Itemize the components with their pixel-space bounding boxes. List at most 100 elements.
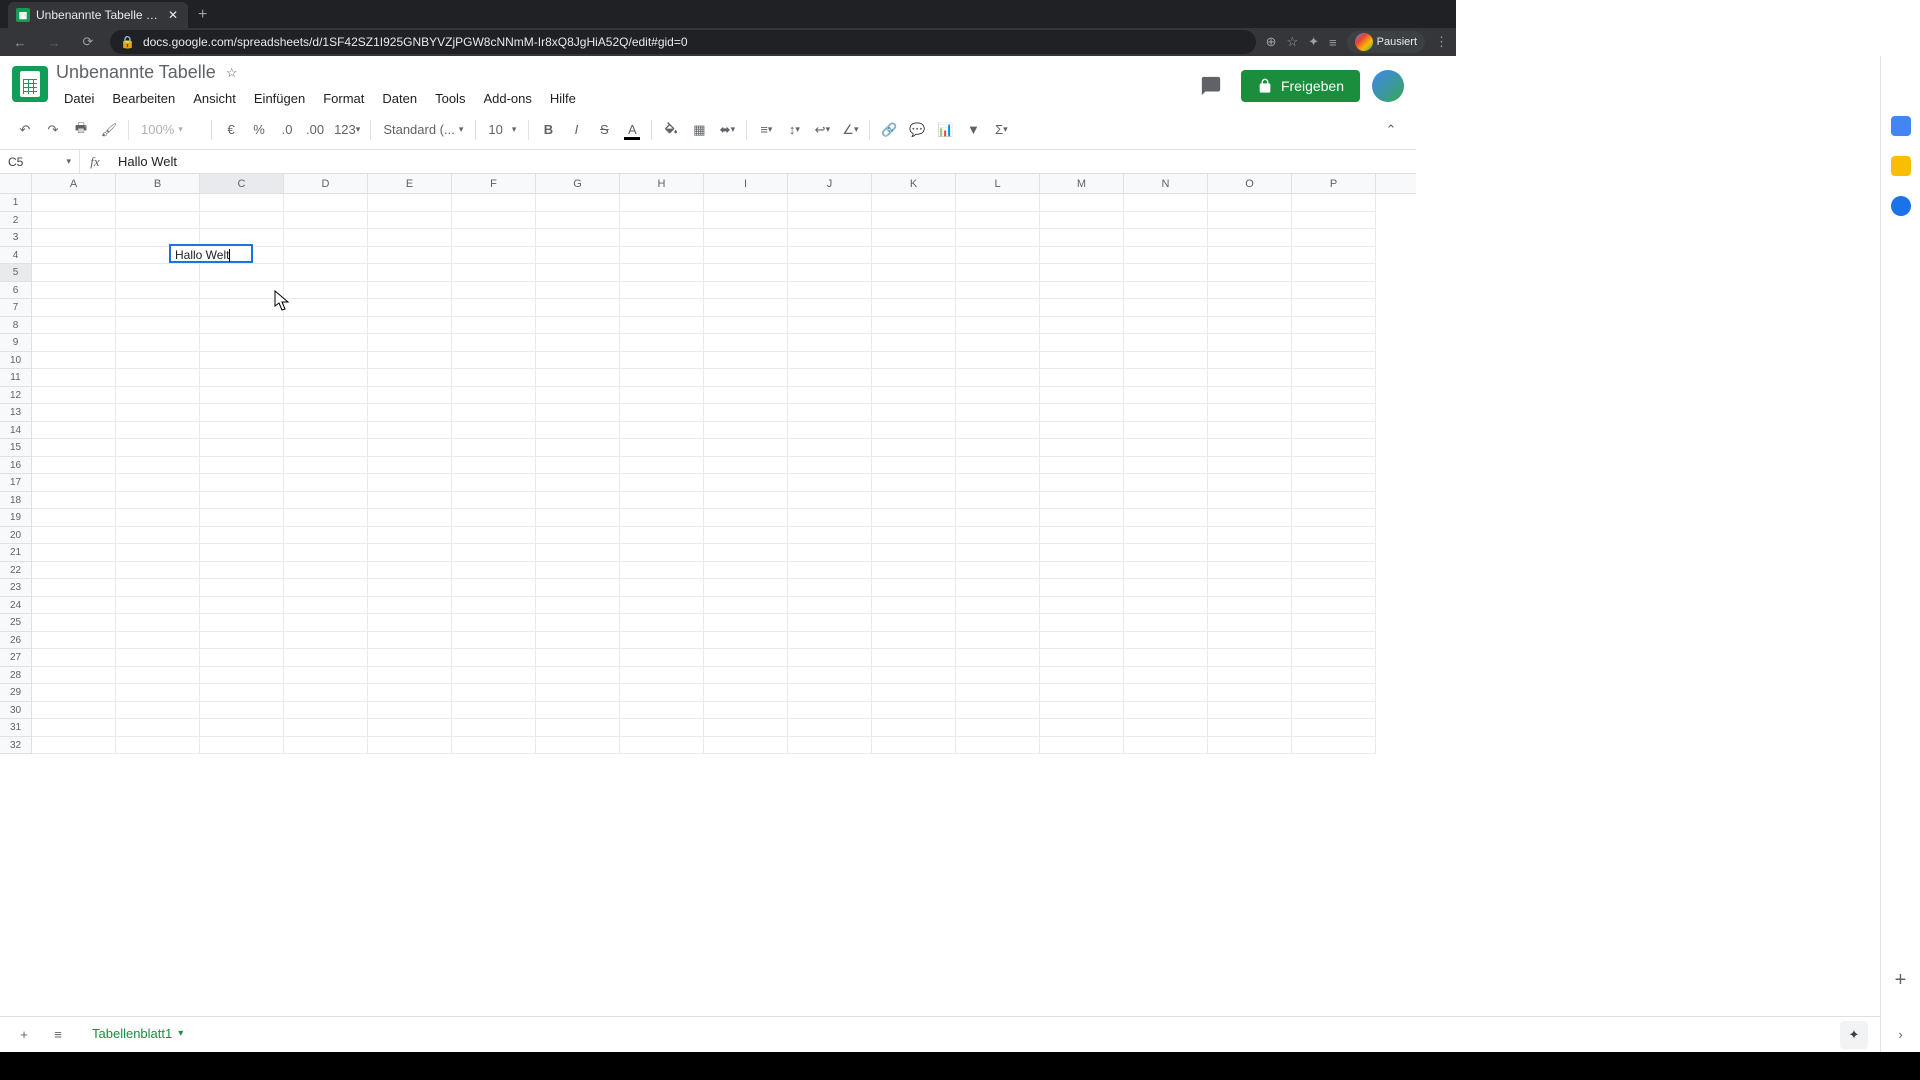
cell[interactable]	[284, 597, 368, 615]
cell[interactable]	[788, 369, 872, 387]
cell[interactable]	[1292, 579, 1376, 597]
cell[interactable]	[1040, 737, 1124, 755]
cell[interactable]	[704, 509, 788, 527]
cell[interactable]	[200, 667, 284, 685]
cell[interactable]	[368, 632, 452, 650]
cell[interactable]	[1124, 317, 1208, 335]
cell[interactable]	[872, 457, 956, 475]
cell[interactable]	[620, 334, 704, 352]
cell[interactable]	[872, 212, 956, 230]
cell[interactable]	[32, 597, 116, 615]
functions-button[interactable]: Σ▾	[988, 117, 1014, 143]
cell[interactable]	[704, 702, 788, 720]
cell[interactable]	[200, 317, 284, 335]
cell[interactable]	[620, 544, 704, 562]
menu-daten[interactable]: Daten	[374, 87, 425, 110]
cell[interactable]	[872, 229, 956, 247]
cell[interactable]	[1292, 247, 1376, 265]
cell[interactable]	[1292, 527, 1376, 545]
cell[interactable]	[536, 684, 620, 702]
cell[interactable]	[1040, 334, 1124, 352]
cell[interactable]	[116, 282, 200, 300]
redo-button[interactable]: ↷	[40, 117, 66, 143]
cell[interactable]	[200, 719, 284, 737]
column-header[interactable]: F	[452, 174, 536, 193]
cell[interactable]	[452, 667, 536, 685]
cell[interactable]	[200, 544, 284, 562]
cell[interactable]	[452, 509, 536, 527]
zoom-icon[interactable]: ⊕	[1266, 34, 1277, 50]
cell[interactable]	[956, 369, 1040, 387]
cell[interactable]	[872, 264, 956, 282]
cell[interactable]	[116, 387, 200, 405]
cell[interactable]	[620, 422, 704, 440]
cell[interactable]	[620, 527, 704, 545]
cell[interactable]	[620, 369, 704, 387]
cell[interactable]	[788, 247, 872, 265]
row-header[interactable]: 22	[0, 562, 31, 580]
cell[interactable]	[704, 649, 788, 667]
cell[interactable]	[1040, 247, 1124, 265]
cell[interactable]	[620, 614, 704, 632]
cell[interactable]	[1292, 352, 1376, 370]
cell[interactable]	[788, 509, 872, 527]
cell[interactable]	[1292, 334, 1376, 352]
cell[interactable]	[956, 299, 1040, 317]
increase-decimal-button[interactable]: .00	[302, 117, 328, 143]
cell[interactable]	[704, 544, 788, 562]
cell[interactable]	[200, 474, 284, 492]
forward-button[interactable]: →	[42, 30, 66, 54]
row-header[interactable]: 3	[0, 229, 31, 247]
row-header[interactable]: 32	[0, 737, 31, 755]
vertical-align-button[interactable]: ↕▾	[781, 117, 807, 143]
insert-link-button[interactable]: 🔗	[876, 117, 902, 143]
cell[interactable]	[368, 527, 452, 545]
cell[interactable]	[1040, 317, 1124, 335]
cell[interactable]	[1208, 632, 1292, 650]
cell[interactable]	[704, 387, 788, 405]
cell[interactable]	[284, 282, 368, 300]
cell[interactable]	[452, 597, 536, 615]
cell[interactable]	[452, 702, 536, 720]
row-header[interactable]: 24	[0, 597, 31, 615]
cell[interactable]	[368, 247, 452, 265]
cell[interactable]	[956, 667, 1040, 685]
cell[interactable]	[116, 649, 200, 667]
paint-format-button[interactable]: 🖌	[96, 117, 122, 143]
cell[interactable]	[284, 352, 368, 370]
cell[interactable]	[32, 632, 116, 650]
cell[interactable]	[368, 544, 452, 562]
cell[interactable]	[1040, 649, 1124, 667]
cell[interactable]	[536, 212, 620, 230]
row-header[interactable]: 11	[0, 369, 31, 387]
cell[interactable]	[872, 404, 956, 422]
cell[interactable]	[872, 369, 956, 387]
cell[interactable]	[1208, 422, 1292, 440]
menu-format[interactable]: Format	[315, 87, 372, 110]
cell[interactable]	[872, 544, 956, 562]
cell[interactable]	[536, 229, 620, 247]
cell[interactable]	[200, 194, 284, 212]
cell[interactable]	[1292, 632, 1376, 650]
extensions-icon[interactable]: ✦	[1308, 34, 1319, 50]
cell[interactable]	[200, 579, 284, 597]
cell[interactable]	[32, 439, 116, 457]
cell[interactable]	[32, 334, 116, 352]
cell[interactable]	[1292, 387, 1376, 405]
row-header[interactable]: 29	[0, 684, 31, 702]
column-header[interactable]: H	[620, 174, 704, 193]
close-tab-icon[interactable]: ✕	[166, 8, 180, 22]
cell[interactable]	[284, 317, 368, 335]
cell[interactable]	[956, 264, 1040, 282]
cell[interactable]	[1208, 719, 1292, 737]
cell[interactable]	[872, 492, 956, 510]
cell[interactable]	[788, 492, 872, 510]
cell[interactable]	[956, 247, 1040, 265]
cell[interactable]	[1208, 509, 1292, 527]
row-header[interactable]: 14	[0, 422, 31, 440]
add-sheet-button[interactable]: +	[12, 1023, 36, 1047]
row-header[interactable]: 30	[0, 702, 31, 720]
cell[interactable]	[956, 562, 1040, 580]
cell[interactable]	[1208, 527, 1292, 545]
cell[interactable]	[1040, 212, 1124, 230]
